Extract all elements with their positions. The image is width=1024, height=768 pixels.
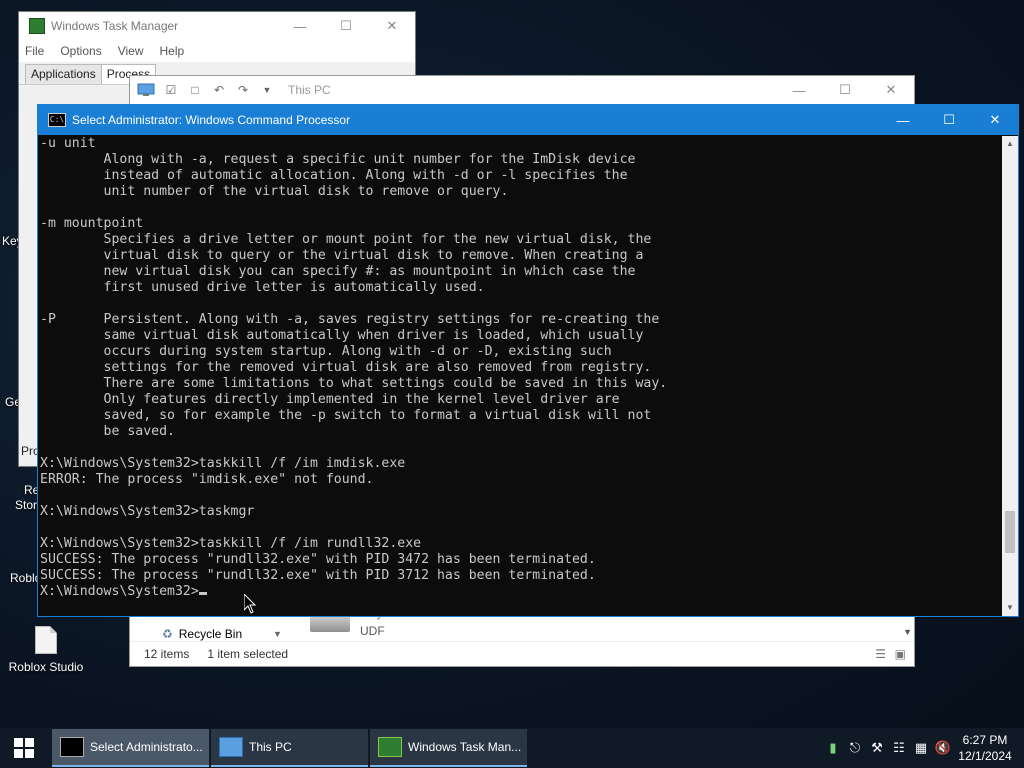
menu-bar: File Options View Help [19,40,415,62]
network-icon[interactable]: ☷ [888,740,910,756]
taskbar: Select Administrato... This PC Windows T… [0,728,1024,768]
tools-icon[interactable]: ⚒ [866,740,888,756]
minimize-button[interactable]: — [277,12,323,40]
close-button[interactable]: ✕ [369,12,415,40]
maximize-button[interactable]: ☐ [926,106,972,134]
command-prompt-window[interactable]: C:\ Select Administrator: Windows Comman… [37,104,1019,617]
close-button[interactable]: ✕ [868,76,914,104]
command-prompt-titlebar[interactable]: C:\ Select Administrator: Windows Comman… [38,105,1018,135]
taskbar-item-label: This PC [249,740,292,754]
window-title: Select Administrator: Windows Command Pr… [72,113,351,127]
window-title: Windows Task Manager [51,19,179,33]
clock-time: 6:27 PM [962,733,1008,747]
start-button[interactable] [0,728,48,768]
new-folder-icon[interactable]: □ [186,82,204,98]
chevron-down-icon[interactable]: ▼ [258,82,276,98]
task-manager-icon [29,18,45,34]
large-icons-view-icon[interactable]: ▣ [895,647,906,661]
nav-item-label: Recycle Bin [178,627,243,641]
cmd-icon: C:\ [48,113,66,127]
battery-icon[interactable]: ▮ [822,740,844,756]
menu-file[interactable]: File [25,44,44,58]
nav-item-recycle-bin[interactable]: ♻ Recycle Bin [162,627,242,641]
windows-logo-icon [14,738,34,758]
explorer-titlebar[interactable]: ☑ □ ↶ ↷ ▼ This PC — ☐ ✕ [130,76,914,104]
console-prompt-line[interactable]: X:\Windows\System32> [40,584,1001,600]
system-tray: ▮ ⎋ ⚒ ☷ ▦ 🔇 6:27 PM 12/1/2024 [822,728,1024,768]
taskbar-item-task-manager[interactable]: Windows Task Man... [370,729,527,767]
desktop-icon-label-fragment: Stor [15,498,38,512]
drive-icon [310,616,350,632]
maximize-button[interactable]: ☐ [323,12,369,40]
computer-icon [219,737,243,757]
close-button[interactable]: ✕ [972,106,1018,134]
drive-filesystem: UDF [360,624,385,638]
scroll-down-icon[interactable]: ▼ [1002,600,1018,616]
selection-count: 1 item selected [207,647,289,661]
clock-date: 12/1/2024 [958,749,1012,763]
redo-icon[interactable]: ↷ [234,82,252,98]
desktop-icon-label: Roblox Studio [8,660,84,674]
recycle-bin-icon: ♻ [162,627,173,641]
status-bar: 12 items 1 item selected ☰ ▣ [130,641,914,666]
task-manager-titlebar[interactable]: Windows Task Manager — ☐ ✕ [19,12,415,40]
menu-options[interactable]: Options [60,44,101,58]
console-output[interactable]: -u unit Along with -a, request a specifi… [40,136,1001,616]
minimize-button[interactable]: — [880,106,926,134]
menu-view[interactable]: View [118,44,144,58]
text-caret [198,592,207,595]
usb-eject-icon[interactable]: ⎋ [844,740,866,756]
taskbar-item-command-prompt[interactable]: Select Administrato... [52,729,209,767]
taskbar-item-label: Select Administrato... [90,740,203,754]
scroll-down-icon[interactable]: ▼ [903,627,912,637]
task-manager-icon [378,737,402,757]
vertical-scrollbar[interactable]: ▲ ▼ [1002,136,1018,616]
desktop-icon-roblox-studio[interactable]: Roblox Studio [4,626,88,674]
taskbar-item-label: Windows Task Man... [408,740,522,754]
minimize-button[interactable]: — [776,76,822,104]
file-icon [35,626,57,654]
color-icon[interactable]: ▦ [910,740,932,756]
menu-help[interactable]: Help [160,44,185,58]
console-text: -u unit Along with -a, request a specifi… [40,136,668,583]
chevron-down-icon[interactable]: ▼ [273,629,282,639]
volume-muted-icon[interactable]: 🔇 [932,740,954,756]
clock[interactable]: 6:27 PM 12/1/2024 [954,732,1016,764]
window-title: This PC [288,83,331,97]
cmd-icon [60,737,84,757]
tab-applications[interactable]: Applications [25,64,102,84]
undo-icon[interactable]: ↶ [210,82,228,98]
properties-icon[interactable]: ☑ [162,82,180,98]
maximize-button[interactable]: ☐ [822,76,868,104]
console-prompt: X:\Windows\System32> [40,584,199,599]
item-count: 12 items [144,647,190,661]
scroll-up-icon[interactable]: ▲ [1002,136,1018,152]
scrollbar-thumb[interactable] [1005,511,1015,553]
taskbar-item-this-pc[interactable]: This PC [211,729,368,767]
computer-icon [136,82,156,98]
details-view-icon[interactable]: ☰ [875,647,886,661]
